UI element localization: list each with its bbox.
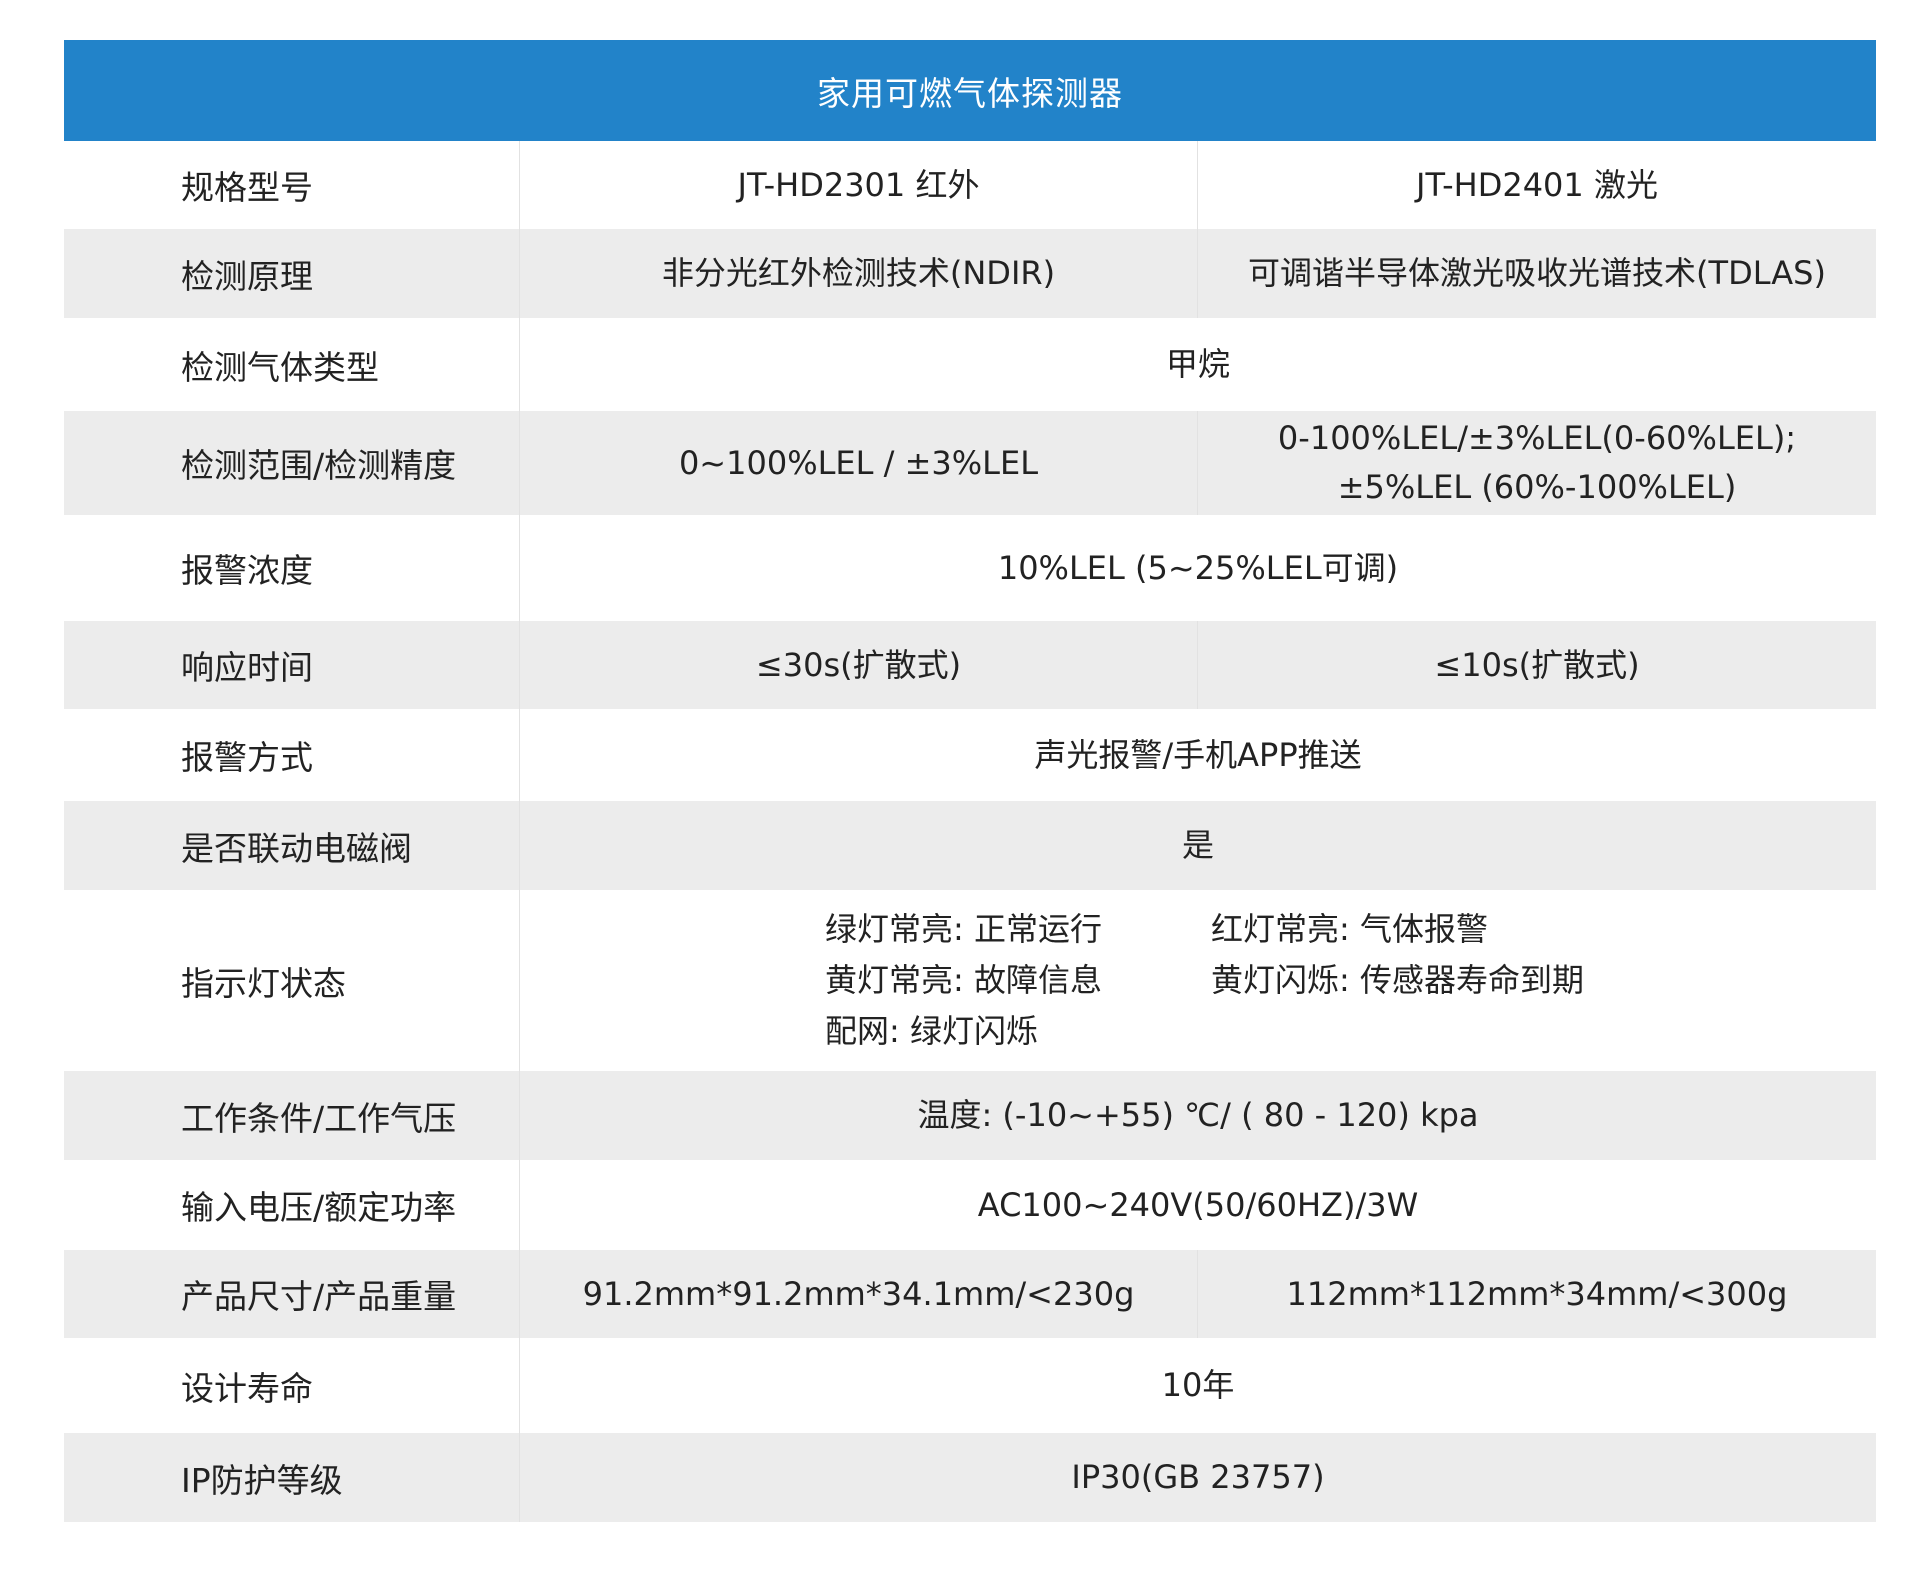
row-label: 检测范围/检测精度: [64, 411, 520, 515]
row-range-accuracy: 检测范围/检测精度 0~100%LEL / ±3%LEL 0-100%LEL/±…: [64, 411, 1876, 515]
indicator-status-value: 绿灯常亮: 正常运行 红灯常亮: 气体报警 黄灯常亮: 故障信息 黄灯闪烁: 传…: [520, 890, 1876, 1071]
model-infrared-value: JT-HD2301 红外: [520, 141, 1198, 229]
indicator-item: 绿灯常亮: 正常运行: [825, 910, 1102, 948]
row-label: 指示灯状态: [64, 890, 520, 1071]
size-laser-value: 112mm*112mm*34mm/<300g: [1286, 1274, 1788, 1313]
row-ip-rating: IP防护等级 IP30(GB 23757): [64, 1433, 1876, 1522]
indicator-item: 配网: 绿灯闪烁: [825, 1012, 1038, 1050]
principle-laser-value: 可调谐半导体激光吸收光谱技术(TDLAS): [1248, 254, 1826, 292]
alarm-concentration-value: 10%LEL (5~25%LEL可调): [997, 548, 1399, 587]
indicator-item: 黄灯闪烁: 传感器寿命到期: [1211, 961, 1584, 999]
row-label: 检测气体类型: [64, 318, 520, 411]
indicator-item: 黄灯常亮: 故障信息: [825, 961, 1102, 999]
row-alarm-concentration: 报警浓度 10%LEL (5~25%LEL可调): [64, 515, 1876, 621]
range-infrared-value: 0~100%LEL / ±3%LEL: [520, 411, 1198, 515]
row-alarm-method: 报警方式 声光报警/手机APP推送: [64, 709, 1876, 801]
row-detection-principle: 检测原理 非分光红外检测技术(NDIR) 可调谐半导体激光吸收光谱技术(TDLA…: [64, 229, 1876, 318]
row-label: 工作条件/工作气压: [64, 1071, 520, 1160]
valve-linkage-value: 是: [1181, 826, 1214, 864]
row-gas-type: 检测气体类型 甲烷: [64, 318, 1876, 411]
row-working-conditions: 工作条件/工作气压 温度: (-10~+55) ℃/ ( 80 - 120) k…: [64, 1071, 1876, 1160]
row-valve-linkage: 是否联动电磁阀 是: [64, 801, 1876, 890]
row-label: 是否联动电磁阀: [64, 801, 520, 890]
row-label: IP防护等级: [64, 1433, 520, 1522]
gas-type-value: 甲烷: [1165, 345, 1230, 383]
principle-infrared-value: 非分光红外检测技术(NDIR): [520, 229, 1198, 318]
table-title: 家用可燃气体探测器: [64, 40, 1876, 141]
row-indicator-status: 指示灯状态 绿灯常亮: 正常运行 红灯常亮: 气体报警 黄灯常亮: 故障信息 黄…: [64, 890, 1876, 1071]
input-voltage-value: AC100~240V(50/60HZ)/3W: [977, 1185, 1419, 1224]
model-laser-value: JT-HD2401 激光: [1416, 165, 1658, 204]
row-label: 报警浓度: [64, 515, 520, 621]
row-label: 检测原理: [64, 229, 520, 318]
row-label: 响应时间: [64, 621, 520, 709]
row-label: 规格型号: [64, 141, 520, 229]
row-response-time: 响应时间 ≤30s(扩散式) ≤10s(扩散式): [64, 621, 1876, 709]
range-laser-value: 0-100%LEL/±3%LEL(0-60%LEL); ±5%LEL (60%-…: [1198, 411, 1876, 515]
row-label: 产品尺寸/产品重量: [64, 1250, 520, 1338]
row-label: 输入电压/额定功率: [64, 1160, 520, 1250]
row-model: 规格型号 JT-HD2301 红外 JT-HD2401 激光: [64, 141, 1876, 229]
row-size-weight: 产品尺寸/产品重量 91.2mm*91.2mm*34.1mm/<230g 112…: [64, 1250, 1876, 1338]
ip-rating-value: IP30(GB 23757): [1071, 1458, 1325, 1496]
response-laser-value: ≤10s(扩散式): [1434, 645, 1640, 684]
response-infrared-value: ≤30s(扩散式): [520, 621, 1198, 709]
range-laser-line-2: ±5%LEL (60%-100%LEL): [1337, 468, 1737, 506]
alarm-method-value: 声光报警/手机APP推送: [1034, 735, 1362, 774]
working-conditions-value: 温度: (-10~+55) ℃/ ( 80 - 120) kpa: [917, 1096, 1479, 1134]
row-label: 设计寿命: [64, 1338, 520, 1433]
row-label: 报警方式: [64, 709, 520, 801]
row-input-voltage: 输入电压/额定功率 AC100~240V(50/60HZ)/3W: [64, 1160, 1876, 1250]
design-life-value: 10年: [1161, 1366, 1235, 1404]
spec-table: 家用可燃气体探测器 规格型号 JT-HD2301 红外 JT-HD2401 激光…: [64, 40, 1876, 1522]
range-laser-line-1: 0-100%LEL/±3%LEL(0-60%LEL);: [1277, 419, 1797, 457]
indicator-item: 红灯常亮: 气体报警: [1211, 910, 1488, 948]
size-infrared-value: 91.2mm*91.2mm*34.1mm/<230g: [520, 1250, 1198, 1338]
row-design-life: 设计寿命 10年: [64, 1338, 1876, 1433]
